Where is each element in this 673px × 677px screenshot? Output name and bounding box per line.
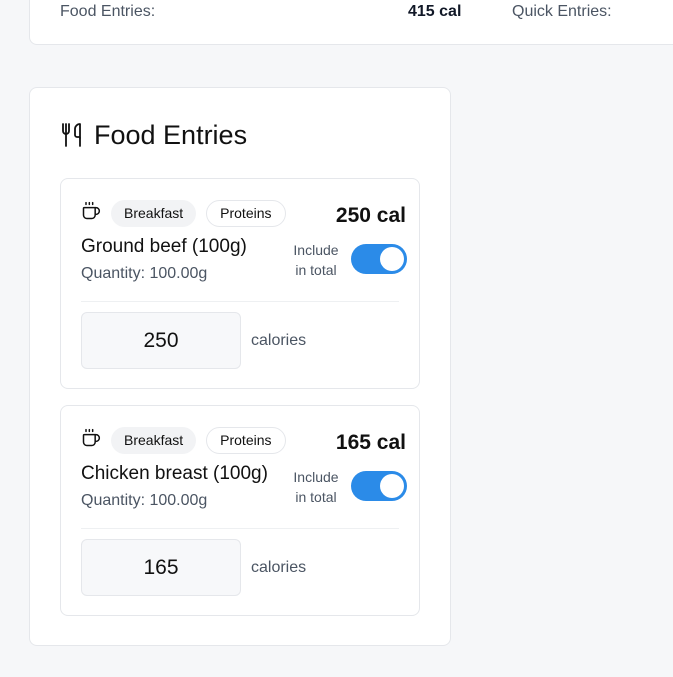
toggle-knob [380, 247, 404, 271]
food-entry-card: Breakfast Proteins 165 cal Chicken breas… [60, 405, 420, 616]
food-entries-summary-label: Food Entries: [60, 3, 156, 20]
include-in-total-toggle[interactable] [351, 244, 407, 274]
food-entries-summary-value: 415 cal [408, 3, 462, 20]
meal-tag: Breakfast [111, 426, 197, 454]
calories-unit-label: calories [251, 332, 307, 349]
card-header: Food Entries [60, 118, 247, 152]
category-tag: Proteins [206, 426, 286, 454]
quick-entries-summary-label: Quick Entries: [512, 3, 612, 20]
entry-tags-row: Breakfast Proteins [81, 426, 286, 454]
entry-calories-total: 250 cal [335, 204, 406, 227]
entry-quantity: Quantity: 100.00g [81, 265, 208, 282]
include-in-total-label: Include in total [293, 242, 339, 278]
divider [81, 301, 399, 302]
calories-unit-label: calories [251, 559, 307, 576]
coffee-cup-icon [81, 201, 101, 226]
toggle-knob [380, 474, 404, 498]
entry-name: Chicken breast (100g) [81, 463, 268, 484]
coffee-cup-icon [81, 428, 101, 453]
summary-row: Food Entries: 415 cal Quick Entries: [60, 3, 673, 25]
utensils-icon [60, 122, 84, 148]
entry-calories-total: 165 cal [335, 431, 406, 454]
include-in-total-toggle[interactable] [351, 471, 407, 501]
meal-tag: Breakfast [111, 199, 197, 227]
divider [81, 528, 399, 529]
entry-tags-row: Breakfast Proteins [81, 199, 286, 227]
category-tag: Proteins [206, 199, 286, 227]
entry-quantity: Quantity: 100.00g [81, 492, 208, 509]
summary-card: Food Entries: 415 cal Quick Entries: [29, 0, 673, 45]
calories-input[interactable] [81, 539, 241, 596]
entry-name: Ground beef (100g) [81, 236, 247, 257]
food-entries-card: Food Entries Breakfast Proteins 250 cal … [29, 87, 451, 646]
calories-input[interactable] [81, 312, 241, 369]
card-title: Food Entries [94, 119, 248, 150]
include-in-total-label: Include in total [293, 469, 339, 505]
food-entry-card: Breakfast Proteins 250 cal Ground beef (… [60, 178, 420, 389]
